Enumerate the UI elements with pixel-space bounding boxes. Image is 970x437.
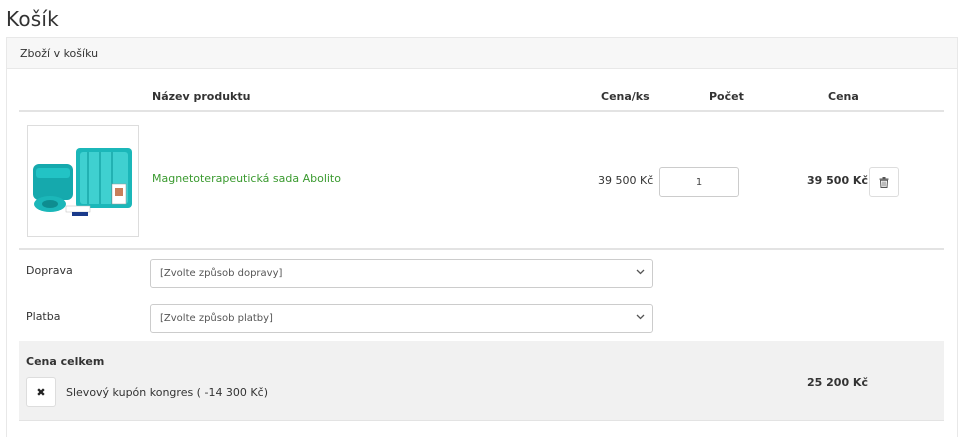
remove-coupon-button[interactable]: ✖ bbox=[26, 377, 56, 407]
product-image[interactable] bbox=[27, 125, 139, 237]
quantity-input[interactable] bbox=[659, 167, 739, 197]
line-total: 39 500 Kč bbox=[807, 174, 868, 187]
chevron-down-icon bbox=[636, 269, 645, 275]
payment-label: Platba bbox=[26, 310, 61, 323]
cart-panel: Zboží v košíku Název produktu Cena/ks Po… bbox=[6, 37, 958, 437]
table-row: Magnetoterapeutická sada Abolito 39 500 … bbox=[19, 112, 944, 250]
payment-select[interactable]: [Zvolte způsob platby] bbox=[150, 304, 653, 333]
unit-price: 39 500 Kč bbox=[598, 174, 654, 187]
trash-icon bbox=[879, 176, 889, 188]
total-row: Cena celkem ✖ Slevový kupón kongres ( -1… bbox=[19, 341, 944, 421]
header-unit-price: Cena/ks bbox=[601, 90, 650, 103]
shipping-label: Doprava bbox=[26, 264, 73, 277]
payment-select-value: [Zvolte způsob platby] bbox=[160, 313, 273, 324]
total-price: 25 200 Kč bbox=[807, 376, 868, 389]
total-label: Cena celkem bbox=[26, 355, 105, 368]
close-icon: ✖ bbox=[36, 385, 46, 399]
shipping-select[interactable]: [Zvolte způsob dopravy] bbox=[150, 259, 653, 288]
header-name: Název produktu bbox=[152, 90, 251, 103]
header-quantity: Počet bbox=[709, 90, 744, 103]
panel-heading: Zboží v košíku bbox=[7, 38, 957, 69]
chevron-down-icon bbox=[636, 314, 645, 320]
shipping-select-value: [Zvolte způsob dopravy] bbox=[160, 268, 283, 279]
product-picture bbox=[33, 148, 132, 216]
coupon-text: Slevový kupón kongres ( -14 300 Kč) bbox=[66, 386, 268, 399]
product-name-link[interactable]: Magnetoterapeutická sada Abolito bbox=[152, 172, 341, 185]
page-title: Košík bbox=[6, 7, 59, 31]
delete-item-button[interactable] bbox=[869, 167, 899, 197]
table-header: Název produktu Cena/ks Počet Cena bbox=[19, 90, 944, 112]
header-price: Cena bbox=[828, 90, 859, 103]
